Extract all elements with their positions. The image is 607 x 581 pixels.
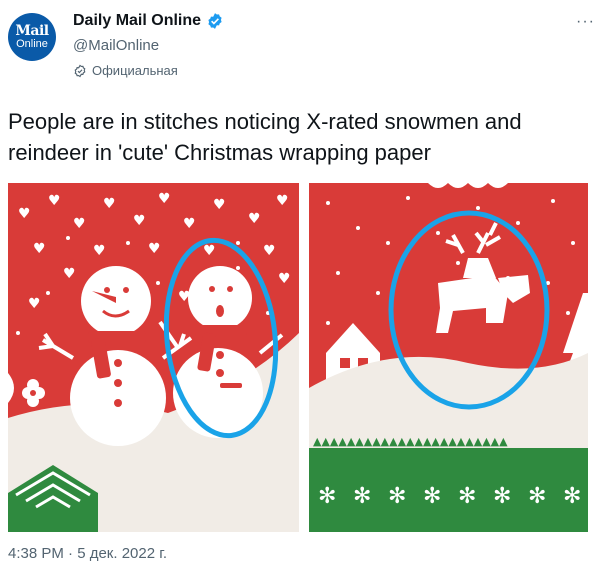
tweet-text: People are in stitches noticing X-rated … xyxy=(8,109,522,165)
account-name-row: Daily Mail Online xyxy=(73,12,224,30)
verified-badge-icon xyxy=(208,13,222,29)
svg-text:♥: ♥ xyxy=(63,266,76,282)
svg-text:♥: ♥ xyxy=(133,213,146,229)
avatar-logo-line1: Mail xyxy=(15,23,49,39)
svg-text:♥: ♥ xyxy=(48,193,61,209)
avatar[interactable]: Mail Online xyxy=(8,13,56,61)
svg-text:✻: ✻ xyxy=(388,484,406,509)
svg-text:♥: ♥ xyxy=(28,296,41,312)
svg-text:♥: ♥ xyxy=(276,193,289,209)
tweet-media-image[interactable]: ♥♥♥ ♥♥♥ ♥♥♥ ♥♥♥ ♥♥♥ ♥♥♥ ♥♥ xyxy=(8,183,588,532)
svg-text:♥: ♥ xyxy=(18,206,31,222)
svg-text:♥: ♥ xyxy=(248,211,261,227)
svg-text:✻: ✻ xyxy=(423,484,441,509)
svg-text:♥: ♥ xyxy=(203,243,216,259)
svg-text:✻: ✻ xyxy=(563,484,581,509)
svg-text:✻: ✻ xyxy=(318,484,336,509)
svg-text:✻: ✻ xyxy=(493,484,511,509)
svg-text:♥: ♥ xyxy=(263,243,276,259)
official-check-icon xyxy=(74,64,86,77)
official-label: Официальная xyxy=(92,63,178,78)
account-handle[interactable]: @MailOnline xyxy=(73,37,159,54)
svg-text:♥: ♥ xyxy=(148,241,161,257)
svg-text:♥: ♥ xyxy=(183,216,196,232)
svg-text:♥: ♥ xyxy=(213,197,226,213)
svg-text:▲▲▲▲▲▲▲▲▲▲▲▲▲▲▲▲▲▲▲▲▲▲▲: ▲▲▲▲▲▲▲▲▲▲▲▲▲▲▲▲▲▲▲▲▲▲▲ xyxy=(313,435,508,448)
tweet-timestamp[interactable]: 4:38 PM · 5 дек. 2022 г. xyxy=(8,545,167,562)
svg-text:♥: ♥ xyxy=(278,271,291,287)
official-label-row: Официальная xyxy=(73,63,178,78)
svg-text:♥: ♥ xyxy=(73,216,86,232)
svg-text:♥: ♥ xyxy=(33,241,46,257)
svg-text:✻: ✻ xyxy=(353,484,371,509)
more-options-icon[interactable]: ··· xyxy=(576,13,595,31)
svg-text:✻: ✻ xyxy=(528,484,546,509)
svg-text:✻: ✻ xyxy=(458,484,476,509)
svg-text:♥: ♥ xyxy=(158,191,171,207)
display-name[interactable]: Daily Mail Online xyxy=(73,12,201,30)
avatar-logo-line2: Online xyxy=(16,38,48,50)
svg-text:♥: ♥ xyxy=(93,243,106,259)
right-panel-reindeer: ▲▲▲▲▲▲▲▲▲▲▲▲▲▲▲▲▲▲▲▲▲▲▲ ✻ ✻ ✻ ✻ ✻ ✻ ✻ ✻ xyxy=(309,183,588,532)
svg-text:♥: ♥ xyxy=(103,196,116,212)
left-panel-snowmen: ♥♥♥ ♥♥♥ ♥♥♥ ♥♥♥ ♥♥♥ ♥♥♥ ♥♥ xyxy=(8,183,299,532)
